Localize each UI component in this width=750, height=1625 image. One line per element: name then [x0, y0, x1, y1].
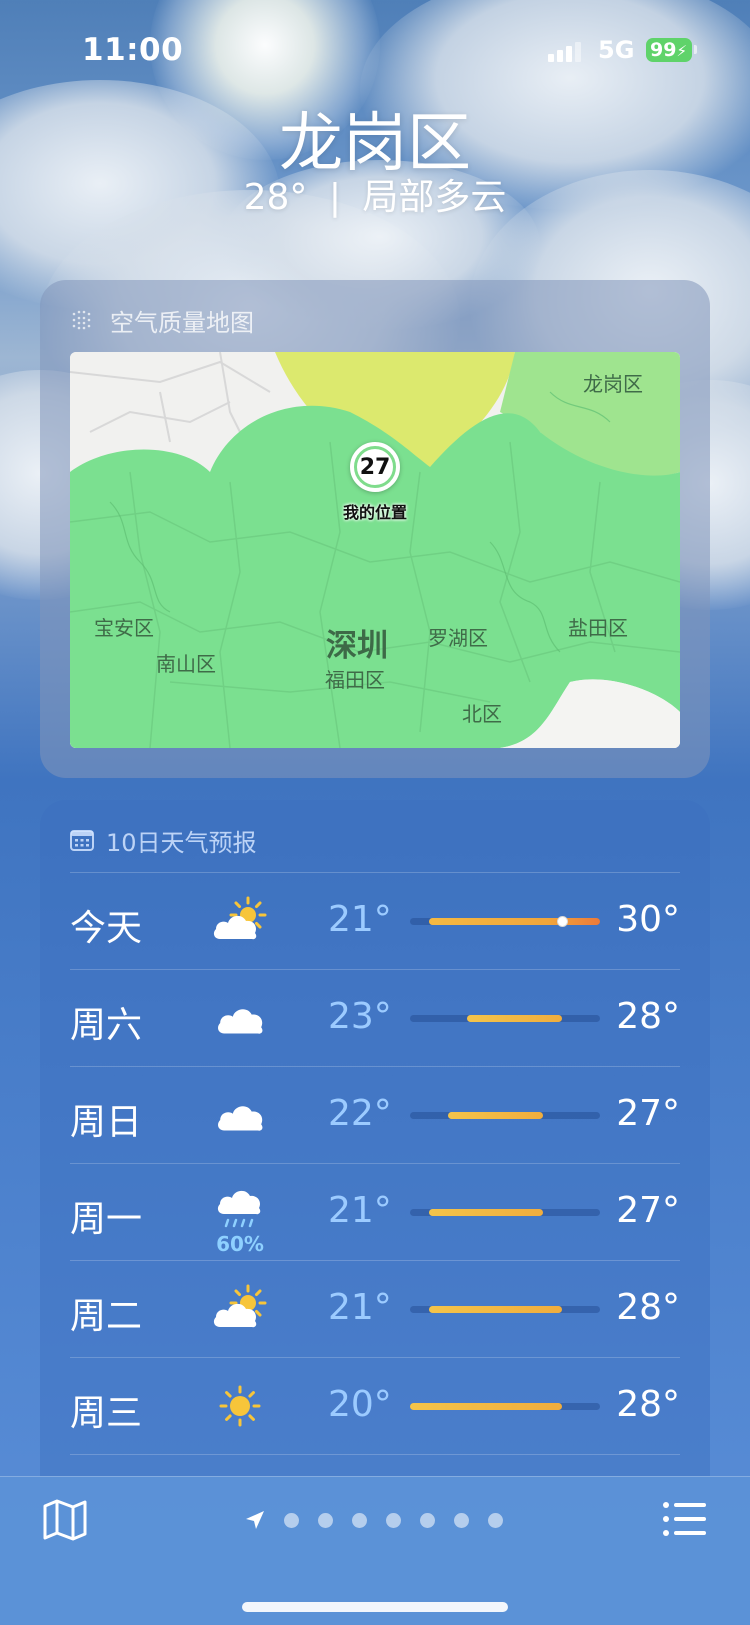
map-label-baoan: 宝安区 [94, 616, 154, 640]
partly-cloudy-day-icon [210, 893, 270, 949]
temperature-range-track [410, 1015, 600, 1022]
current-temperature: 28° [243, 177, 308, 218]
page-dot[interactable] [284, 1512, 299, 1528]
home-indicator[interactable] [242, 1602, 508, 1612]
list-icon[interactable] [662, 1499, 708, 1539]
battery-level: 99 [650, 39, 677, 61]
aqi-value: 27 [354, 446, 396, 488]
forecast-row[interactable]: 今天 21° 30° [70, 873, 680, 970]
map-label-shenzhen: 深圳 [326, 628, 388, 664]
cellular-signal-icon [548, 42, 584, 62]
forecast-day: 周二 [70, 1296, 143, 1337]
forecast-row[interactable]: 周日 22° 27° [70, 1067, 680, 1164]
forecast-day: 周三 [70, 1393, 143, 1434]
current-conditions: 28° | 局部多云 [243, 177, 507, 218]
page-dot[interactable] [386, 1512, 401, 1528]
high-temperature: 27° [616, 1190, 680, 1231]
temperature-range-track [410, 1306, 600, 1313]
temperature-range-bar [410, 1403, 562, 1410]
map-label-luohu: 罗湖区 [428, 626, 488, 650]
temperature-range-track [410, 1403, 600, 1410]
forecast-title: 10日天气预报 [106, 828, 257, 857]
current-temp-dot [557, 916, 568, 927]
air-quality-map[interactable]: 龙岗区 宝安区 南山区 深圳 福田区 罗湖区 盐田区 北区 27 我的位置 [70, 352, 680, 748]
temperature-range-track [410, 1209, 600, 1216]
temperature-range-bar [467, 1015, 562, 1022]
high-temperature: 28° [616, 996, 680, 1037]
temperature-range-bar [448, 1112, 543, 1119]
location-arrow-icon [246, 1511, 264, 1529]
air-quality-card[interactable]: 空气质量地图 龙岗区 宝安区 南山区 深圳 福田区 罗湖区 盐田区 北区 27 … [40, 280, 710, 778]
aqi-location-pin[interactable]: 27 [350, 442, 400, 492]
page-dot[interactable] [420, 1512, 435, 1528]
page-dot[interactable] [454, 1512, 469, 1528]
current-condition: 局部多云 [362, 177, 507, 218]
partly-cloudy-day-icon [210, 1281, 270, 1337]
battery-cap [694, 45, 697, 54]
high-temperature: 30° [616, 899, 680, 940]
forecast-day: 今天 [70, 908, 143, 949]
my-location-label: 我的位置 [342, 503, 407, 522]
temperature-range-track [410, 916, 600, 927]
low-temperature: 21° [328, 1190, 392, 1231]
forecast-header: 10日天气预报 [70, 822, 257, 858]
temperature-range-bar [429, 1306, 562, 1313]
page-dot[interactable] [318, 1512, 333, 1528]
temperature-range-bar [429, 918, 600, 925]
forecast-day: 周六 [70, 1005, 143, 1046]
map-icon[interactable] [42, 1497, 88, 1543]
low-temperature: 22° [328, 1093, 392, 1134]
forecast-row[interactable]: 周二 21° 28° [70, 1261, 680, 1358]
status-time: 11:00 [82, 32, 184, 68]
precipitation-chance: 60% [216, 1232, 264, 1256]
forecast-row[interactable]: 周三 20° 28° [70, 1358, 680, 1455]
air-quality-icon [72, 310, 91, 330]
air-quality-title: 空气质量地图 [110, 308, 254, 337]
page-indicator[interactable] [244, 1507, 522, 1533]
low-temperature: 21° [328, 1287, 392, 1328]
high-temperature: 28° [616, 1384, 680, 1425]
low-temperature: 23° [328, 996, 392, 1037]
sun-icon [210, 1378, 270, 1434]
high-temperature: 27° [616, 1093, 680, 1134]
forecast-day: 周一 [70, 1199, 143, 1240]
network-type: 5G [598, 36, 635, 64]
high-temperature: 28° [616, 1287, 680, 1328]
low-temperature: 20° [328, 1384, 392, 1425]
forecast-day: 周日 [70, 1102, 143, 1143]
status-bar: 11:00 5G 99⚡ [0, 28, 750, 72]
cloud-icon [210, 1087, 270, 1143]
calendar-icon [70, 830, 94, 851]
map-label-nanshan: 南山区 [156, 652, 216, 676]
forecast-row[interactable]: 周一 60% 21° 27° [70, 1164, 680, 1261]
forecast-row[interactable]: 周六 23° 28° [70, 970, 680, 1067]
map-label-north: 北区 [462, 702, 502, 726]
temperature-range-track [410, 1112, 600, 1119]
map-label-futian: 福田区 [325, 668, 385, 692]
map-label-yantian: 盐田区 [568, 616, 628, 640]
page-dot[interactable] [488, 1512, 503, 1528]
low-temperature: 21° [328, 899, 392, 940]
temperature-range-bar [429, 1209, 543, 1216]
air-quality-header: 空气质量地图 [70, 300, 254, 340]
page-dot[interactable] [352, 1512, 367, 1528]
map-label-longgang: 龙岗区 [583, 372, 643, 396]
battery-icon: 99⚡ [646, 38, 692, 62]
ten-day-forecast-card[interactable]: 10日天气预报 今天 21° 30° 周六 23° 28° 周日 22° 27° 周一 60% 21°… [40, 800, 710, 1480]
cloud-icon [210, 990, 270, 1046]
